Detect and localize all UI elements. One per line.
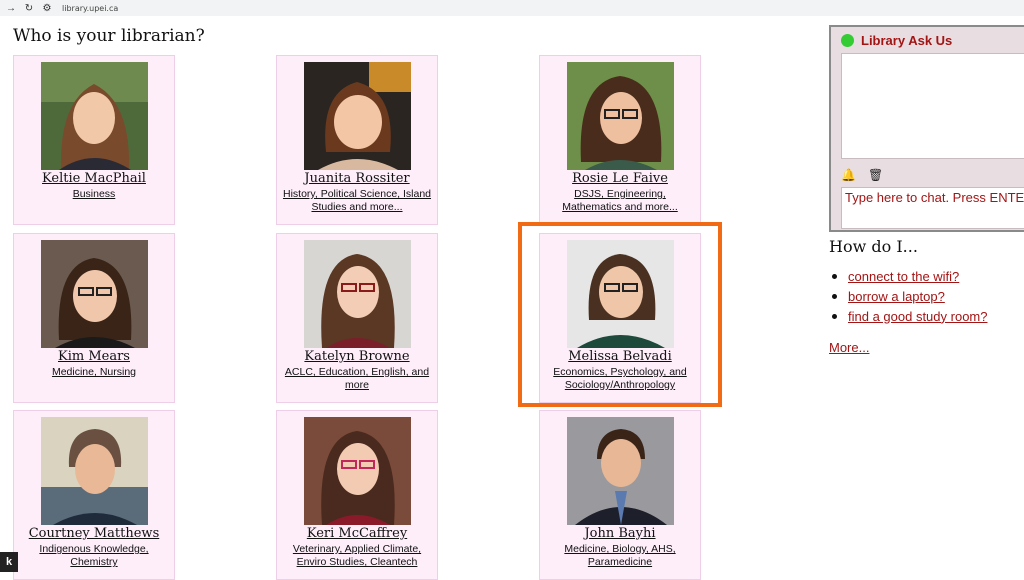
- librarian-subjects[interactable]: Medicine, Nursing: [14, 366, 174, 379]
- howdo-link[interactable]: borrow a laptop?: [848, 289, 945, 304]
- bullet-icon: [832, 293, 837, 299]
- chat-widget: Library Ask Us 🔔 🗑 Type here to chat. Pr…: [829, 25, 1024, 232]
- howdo-list: connect to the wifi? borrow a laptop? fi…: [829, 266, 987, 326]
- librarian-photo[interactable]: [566, 62, 674, 170]
- librarian-card[interactable]: Keri McCaffrey Veterinary, Applied Clima…: [276, 410, 438, 580]
- chat-header: Library Ask Us: [831, 27, 1024, 53]
- online-status-icon: [841, 33, 854, 47]
- librarian-name[interactable]: Courtney Matthews: [14, 526, 174, 541]
- librarian-subjects[interactable]: Business: [14, 188, 174, 201]
- librarian-card[interactable]: Courtney Matthews Indigenous Knowledge, …: [13, 410, 175, 580]
- librarian-subjects[interactable]: DSJS, Engineering, Mathematics and more.…: [540, 188, 700, 214]
- chat-input[interactable]: Type here to chat. Press ENTER to send.: [841, 187, 1024, 229]
- site-settings-icon[interactable]: ⚙: [40, 1, 54, 15]
- librarian-card[interactable]: Kim Mears Medicine, Nursing: [13, 233, 175, 403]
- librarian-photo[interactable]: [303, 62, 411, 170]
- librarian-subjects[interactable]: Indigenous Knowledge, Chemistry: [14, 543, 174, 569]
- librarian-name[interactable]: Kim Mears: [14, 349, 174, 364]
- chat-log[interactable]: [841, 53, 1024, 159]
- address-bar[interactable]: library.upei.ca: [62, 4, 118, 13]
- bell-icon[interactable]: 🔔: [841, 168, 856, 182]
- chat-title: Library Ask Us: [861, 32, 953, 48]
- librarian-name[interactable]: Rosie Le Faive: [540, 171, 700, 186]
- howdo-title: How do I...: [829, 237, 918, 256]
- librarian-subjects[interactable]: Veterinary, Applied Climate, Enviro Stud…: [277, 543, 437, 569]
- librarian-photo[interactable]: [40, 417, 148, 525]
- bullet-icon: [832, 273, 837, 279]
- librarian-subjects[interactable]: ACLC, Education, English, and more: [277, 366, 437, 392]
- librarian-name[interactable]: Katelyn Browne: [277, 349, 437, 364]
- highlight-box: [518, 222, 722, 407]
- librarian-photo[interactable]: [303, 417, 411, 525]
- librarian-photo[interactable]: [40, 240, 148, 348]
- librarian-photo[interactable]: [40, 62, 148, 170]
- librarian-card[interactable]: Rosie Le Faive DSJS, Engineering, Mathem…: [539, 55, 701, 225]
- librarian-subjects[interactable]: Medicine, Biology, AHS, Paramedicine: [540, 543, 700, 569]
- list-item: connect to the wifi?: [829, 266, 987, 286]
- trash-icon[interactable]: 🗑: [868, 168, 883, 182]
- librarian-photo[interactable]: [303, 240, 411, 348]
- librarian-card[interactable]: Juanita Rossiter History, Political Scie…: [276, 55, 438, 225]
- howdo-link[interactable]: connect to the wifi?: [848, 269, 959, 284]
- librarian-card[interactable]: John Bayhi Medicine, Biology, AHS, Param…: [539, 410, 701, 580]
- librarian-name[interactable]: John Bayhi: [540, 526, 700, 541]
- howdo-link[interactable]: find a good study room?: [848, 309, 987, 324]
- corner-tab[interactable]: k: [0, 552, 18, 572]
- reload-icon[interactable]: ↻: [22, 1, 36, 15]
- librarian-name[interactable]: Juanita Rossiter: [277, 171, 437, 186]
- browser-toolbar: → ↻ ⚙ library.upei.ca: [0, 0, 1024, 16]
- librarian-photo[interactable]: [566, 417, 674, 525]
- librarian-name[interactable]: Keri McCaffrey: [277, 526, 437, 541]
- librarian-subjects[interactable]: History, Political Science, Island Studi…: [277, 188, 437, 214]
- list-item: borrow a laptop?: [829, 286, 987, 306]
- bullet-icon: [832, 313, 837, 319]
- librarian-card[interactable]: Keltie MacPhail Business: [13, 55, 175, 225]
- more-link[interactable]: More...: [829, 340, 869, 355]
- librarian-name[interactable]: Keltie MacPhail: [14, 171, 174, 186]
- list-item: find a good study room?: [829, 306, 987, 326]
- librarian-card[interactable]: Katelyn Browne ACLC, Education, English,…: [276, 233, 438, 403]
- forward-arrow-icon[interactable]: →: [4, 1, 18, 15]
- chat-toolbar: 🔔 🗑: [831, 165, 1024, 185]
- page-title: Who is your librarian?: [13, 26, 205, 46]
